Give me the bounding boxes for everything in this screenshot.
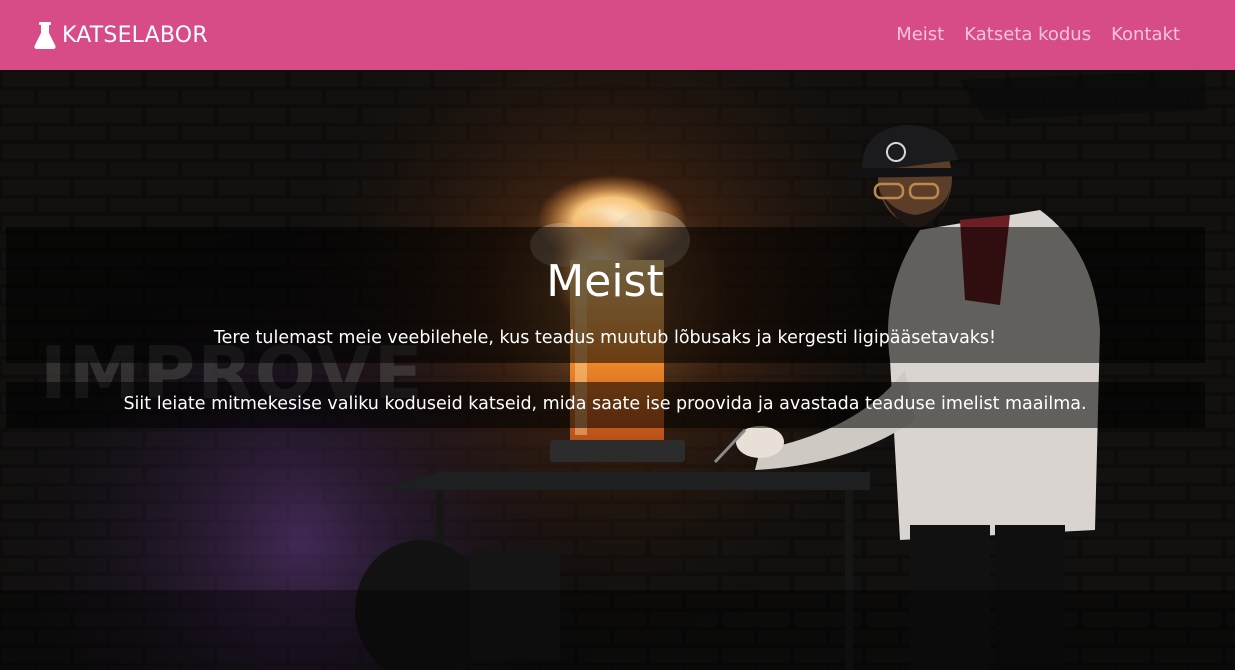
hero-description-text: Siit leiate mitmekesise valiku koduseid …	[123, 394, 1087, 414]
nav-link-kontakt[interactable]: Kontakt	[1111, 22, 1180, 48]
hero-background-image: IMPROVE	[0, 70, 1235, 670]
hero-title: Meist	[546, 256, 664, 307]
top-navbar: KATSELABOR Meist Katseta kodus Kontakt	[0, 0, 1235, 70]
main-nav: Meist Katseta kodus Kontakt	[896, 22, 1180, 48]
brand-logo-link[interactable]: KATSELABOR	[34, 19, 208, 51]
nav-link-meist[interactable]: Meist	[896, 22, 944, 48]
hero-section: IMPROVE Meist Tere tulemast meie veebile	[0, 70, 1235, 670]
hero-intro-text: Tere tulemast meie veebilehele, kus tead…	[213, 328, 997, 348]
brand-name: KATSELABOR	[62, 22, 208, 48]
flask-icon	[34, 21, 56, 49]
nav-link-katseta-kodus[interactable]: Katseta kodus	[964, 22, 1091, 48]
